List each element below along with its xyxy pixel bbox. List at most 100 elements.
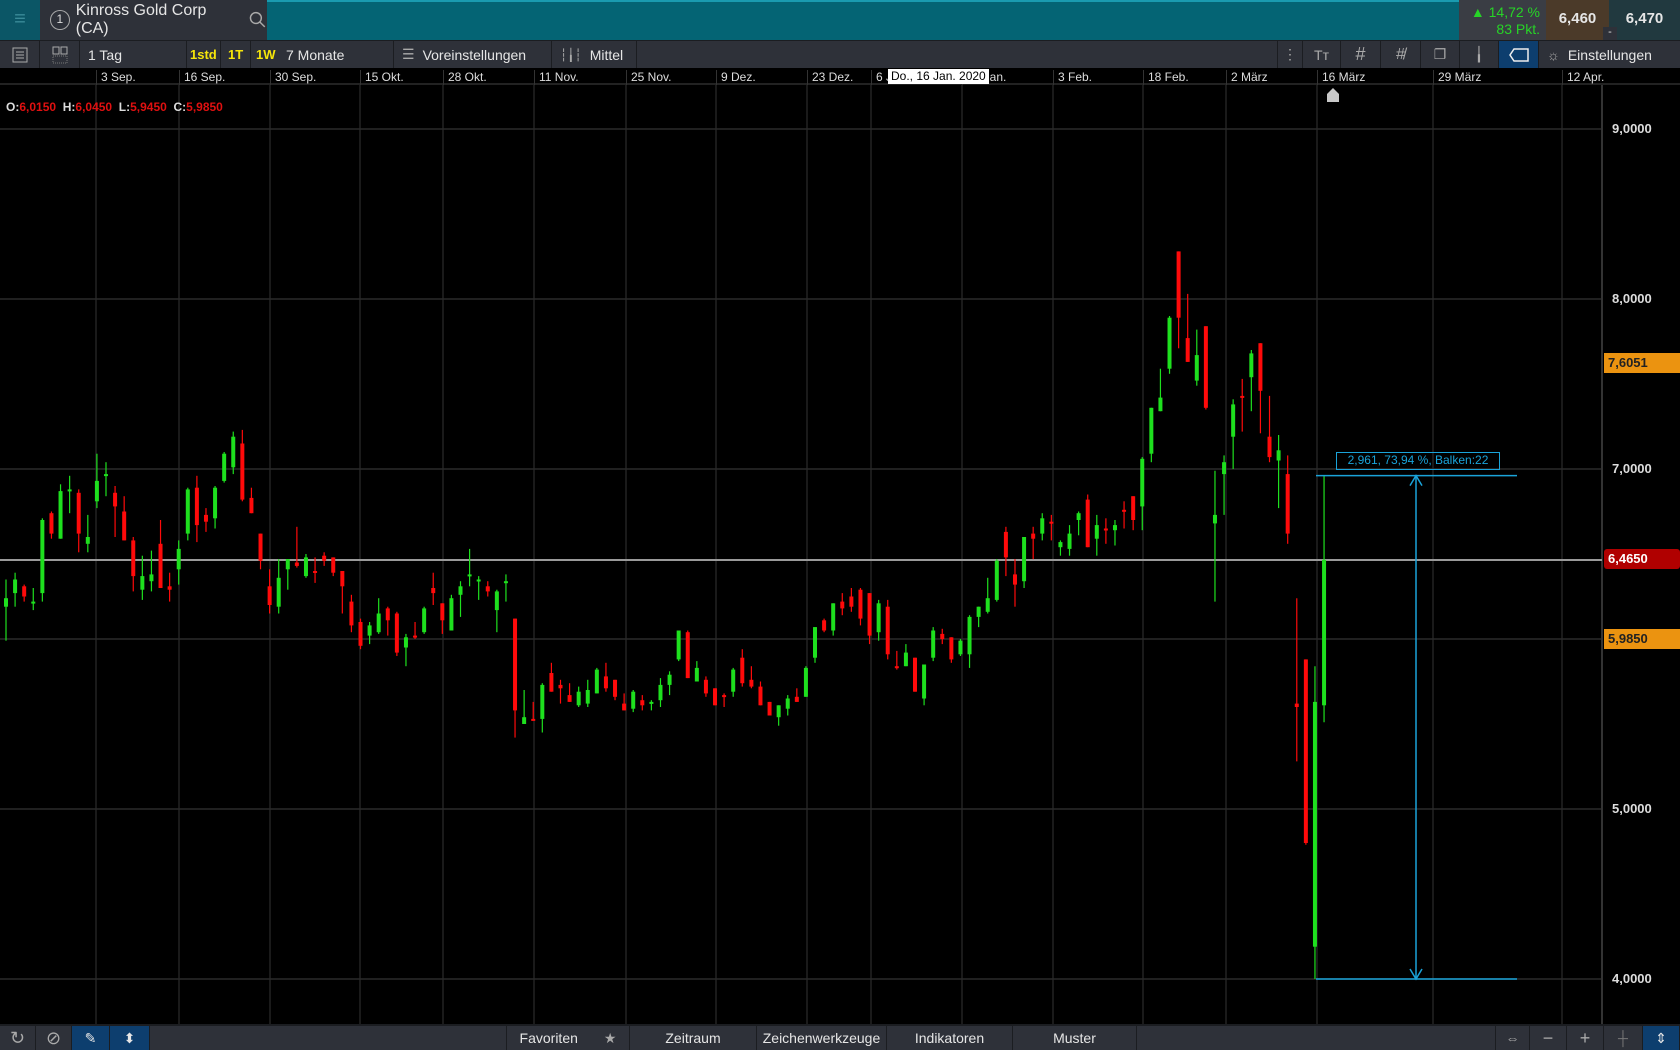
candle-body — [313, 571, 318, 573]
candle-body — [731, 669, 736, 692]
low-value: 5,9450 — [130, 100, 167, 114]
candle-body — [694, 667, 699, 682]
candle-body — [267, 586, 272, 605]
presets-button[interactable]: ☰ Voreinstellungen — [394, 41, 552, 68]
ask-price-button[interactable]: 6,470 — [1609, 0, 1680, 40]
pencil-icon[interactable]: ✎ — [72, 1026, 110, 1050]
candle-body — [413, 635, 418, 638]
candle-body — [1012, 574, 1017, 585]
candle-body — [1276, 450, 1281, 461]
quick-interval-1w[interactable]: 1W — [251, 41, 280, 68]
candle-body — [1003, 531, 1008, 558]
ohlc-readout: O:6,0150 H:6,0450 L:5,9450 C:5,9850 — [6, 100, 223, 114]
price-tick-label: 8,0000 — [1612, 291, 1652, 306]
candle-body — [740, 657, 745, 684]
ban-icon[interactable]: ⊘ — [36, 1026, 72, 1050]
refresh-icon[interactable]: ↻ — [0, 1026, 36, 1050]
fit-icon[interactable]: ⇔ — [1495, 1026, 1530, 1050]
candle-body — [1185, 338, 1190, 362]
candle-body — [931, 630, 936, 658]
range-select[interactable]: 7 Monate — [280, 41, 394, 68]
hamburger-menu-icon[interactable]: ≡ — [0, 0, 40, 40]
bid-price-button[interactable]: 6,460 — [1546, 0, 1609, 40]
zoom-out-icon[interactable]: − — [1530, 1026, 1567, 1050]
candle-body — [285, 559, 290, 570]
date-tick-label: 23 Dez. — [807, 70, 853, 85]
patterns-button[interactable]: Muster — [1013, 1026, 1137, 1050]
collapse-toggle[interactable]: - — [1603, 27, 1617, 40]
candle-body — [213, 487, 218, 519]
candle-body — [340, 571, 345, 587]
indicators-button[interactable]: Indikatoren — [887, 1026, 1013, 1050]
candle-body — [1085, 499, 1090, 548]
candle-body — [1149, 407, 1154, 454]
candle-body — [803, 667, 808, 697]
up-down-arrows-icon[interactable]: ⬍ — [110, 1026, 150, 1050]
text-size-icon[interactable]: Tт — [1303, 41, 1341, 68]
candle-style-icon[interactable]: ╽ — [1460, 41, 1499, 68]
interval-select[interactable]: 1 Tag — [80, 41, 187, 68]
candle-body — [485, 586, 490, 592]
candle-body — [1222, 462, 1227, 475]
candle-body — [540, 684, 545, 719]
tag-icon[interactable] — [1499, 41, 1539, 68]
drawing-tools-button[interactable]: Zeichenwerkzeuge — [757, 1026, 887, 1050]
list-icon[interactable] — [0, 41, 40, 68]
quick-interval-1t[interactable]: 1T — [221, 41, 251, 68]
settings-label: Einstellungen — [1567, 46, 1652, 63]
candle-body — [1076, 513, 1081, 520]
candlestick-chart[interactable] — [0, 85, 1680, 1024]
candle-body — [1231, 404, 1236, 437]
last-price-tag: 6,4650 — [1604, 549, 1680, 569]
crosshair-icon[interactable]: ┼ — [1604, 1026, 1643, 1050]
vertical-scale-icon[interactable]: ⇕ — [1643, 1026, 1680, 1050]
layers-icon[interactable]: ❐ — [1421, 41, 1460, 68]
candle-body — [1212, 514, 1217, 524]
candle-body — [767, 701, 772, 716]
search-icon[interactable] — [249, 11, 267, 29]
date-marker-icon — [1327, 88, 1339, 102]
settings-button[interactable]: ☼ Einstellungen — [1539, 41, 1680, 68]
chart-type-button[interactable]: ┆╽┆ Mittel — [552, 41, 637, 68]
symbol-selector[interactable]: 1 Kinross Gold Corp (CA) — [40, 0, 267, 40]
date-tick-label: 9 Dez. — [716, 70, 756, 85]
candle-body — [822, 620, 827, 631]
candle-body — [1158, 397, 1163, 412]
date-tick-label: 29 März — [1433, 70, 1481, 85]
measure-tool-label[interactable]: 2,961, 73,94 %, Balken:22 — [1336, 452, 1500, 470]
candle-body — [794, 696, 799, 702]
zoom-in-icon[interactable]: + — [1567, 1026, 1604, 1050]
candle-body — [1258, 343, 1263, 391]
high-value: 6,0450 — [75, 100, 113, 114]
low-label: L: — [118, 100, 131, 114]
candle-body — [476, 579, 481, 582]
chart-number-badge: 1 — [50, 10, 70, 30]
candle-body — [1031, 533, 1036, 539]
candle-body — [958, 640, 963, 655]
grid-icon[interactable]: # — [1341, 41, 1381, 68]
scale-icon[interactable]: ⋮ — [1277, 41, 1303, 68]
candle-body — [703, 679, 708, 694]
price-change: ▲ 14,72 % 83 Pkt. — [1459, 0, 1546, 40]
candle-body — [458, 586, 463, 595]
candle-body — [394, 613, 399, 653]
grid-edit-icon[interactable]: #̸ — [1381, 41, 1421, 68]
candle-body — [1322, 559, 1327, 706]
candle-body — [1103, 528, 1108, 531]
candle-body — [722, 695, 727, 698]
candle-body — [1303, 659, 1308, 843]
period-button[interactable]: Zeitraum — [630, 1026, 757, 1050]
layout-icon[interactable] — [40, 41, 80, 68]
candle-body — [258, 533, 263, 561]
candle-body — [367, 625, 372, 636]
chart-type-label: Mittel — [589, 46, 624, 63]
candle-body — [1094, 525, 1099, 539]
change-points: 83 Pkt. — [1496, 21, 1540, 37]
quick-interval-1std[interactable]: 1std — [187, 41, 221, 68]
candle-body — [1067, 533, 1072, 549]
price-tick-label: 7,0000 — [1612, 461, 1652, 476]
price-tag-close: 5,9850 — [1604, 629, 1680, 649]
price-tick-label: 4,0000 — [1612, 971, 1652, 986]
bottom-bar: ↻ ⊘ ✎ ⬍ Favoriten ★ Zeitraum Zeichenwerkz… — [0, 1024, 1680, 1050]
favorites-button[interactable]: Favoriten ★ — [506, 1026, 630, 1050]
